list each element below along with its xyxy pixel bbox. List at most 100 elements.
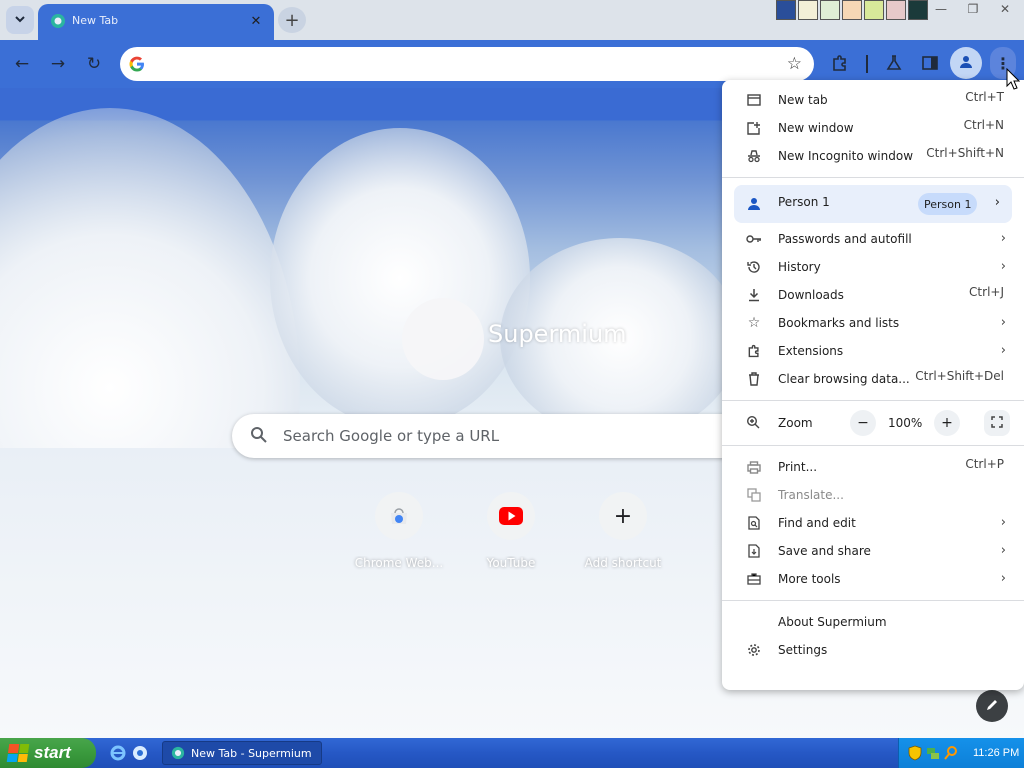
back-button[interactable]: ← xyxy=(8,50,36,78)
menu-item-label: More tools xyxy=(778,572,841,586)
app-icon-1[interactable] xyxy=(776,0,796,20)
translate-icon xyxy=(746,487,762,503)
address-input[interactable] xyxy=(154,53,774,75)
chevron-down-icon xyxy=(14,13,26,28)
menu-item-new-window[interactable]: New window Ctrl+N xyxy=(722,114,1024,142)
ntp-search-box[interactable]: Search Google or type a URL xyxy=(232,414,792,458)
menu-item-label: New window xyxy=(778,121,854,135)
zoom-out-button[interactable]: − xyxy=(850,410,876,436)
menu-item-label: Print... xyxy=(778,460,818,474)
zoom-icon xyxy=(746,415,760,432)
shortcut-add[interactable]: + Add shortcut xyxy=(567,492,679,570)
menu-separator xyxy=(722,445,1024,446)
taskbar-item-supermium[interactable]: New Tab - Supermium xyxy=(162,741,322,765)
supermium-favicon-icon xyxy=(50,13,66,29)
menu-item-label: Bookmarks and lists xyxy=(778,316,900,330)
app-icon-5[interactable] xyxy=(864,0,884,20)
restore-button[interactable]: ❐ xyxy=(958,0,988,18)
person-chip: Person 1 xyxy=(918,193,978,215)
chevron-right-icon: › xyxy=(1000,515,1006,530)
security-shield-icon[interactable] xyxy=(907,745,923,761)
chevron-right-icon: › xyxy=(1000,315,1006,330)
profile-button[interactable] xyxy=(950,47,982,79)
omnibox[interactable]: ☆ xyxy=(120,47,814,81)
zoom-label: Zoom xyxy=(778,416,813,430)
word-icon[interactable] xyxy=(798,0,818,20)
menu-item-passwords[interactable]: Passwords and autofill › xyxy=(722,225,1024,253)
network-icon[interactable] xyxy=(925,745,941,761)
fullscreen-button[interactable] xyxy=(984,410,1010,436)
labs-button[interactable] xyxy=(880,50,908,78)
internet-explorer-icon[interactable] xyxy=(108,743,128,763)
menu-item-new-tab[interactable]: New tab Ctrl+T xyxy=(722,86,1024,114)
excel-icon[interactable] xyxy=(820,0,840,20)
extensions-button[interactable] xyxy=(826,50,854,78)
system-tray: 11:26 PM xyxy=(898,738,1024,768)
menu-item-label: Clear browsing data... xyxy=(778,372,910,386)
youtube-icon xyxy=(487,492,535,540)
plus-icon: + xyxy=(599,492,647,540)
menu-item-shortcut: Ctrl+Shift+N xyxy=(926,146,1004,160)
menu-item-shortcut: Ctrl+Shift+Del xyxy=(915,369,1004,383)
menu-item-translate[interactable]: Translate... xyxy=(722,481,1024,509)
menu-item-about[interactable]: About Supermium xyxy=(722,608,1024,636)
zoom-in-button[interactable]: + xyxy=(934,410,960,436)
shortcut-youtube[interactable]: YouTube xyxy=(455,492,567,570)
menu-item-downloads[interactable]: Downloads Ctrl+J xyxy=(722,281,1024,309)
toolbox-icon xyxy=(746,571,762,587)
minimize-button[interactable]: — xyxy=(926,0,956,18)
app-icon-7[interactable] xyxy=(908,0,928,20)
window-close-button[interactable]: ✕ xyxy=(990,0,1020,18)
menu-item-clear-browsing-data[interactable]: Clear browsing data... Ctrl+Shift+Del xyxy=(722,365,1024,393)
menu-item-label: Passwords and autofill xyxy=(778,232,912,246)
menu-separator xyxy=(722,177,1024,178)
app-icon-4[interactable] xyxy=(842,0,862,20)
save-icon xyxy=(746,543,762,559)
tab-new-tab[interactable]: New Tab ✕ xyxy=(38,4,274,40)
menu-item-person[interactable]: Person 1 Person 1 › xyxy=(734,185,1012,223)
quick-launch-app-icon[interactable] xyxy=(130,743,150,763)
person-icon xyxy=(746,196,762,215)
pencil-icon xyxy=(985,698,999,715)
reload-button[interactable]: ↻ xyxy=(80,50,108,78)
menu-item-print[interactable]: Print... Ctrl+P xyxy=(722,453,1024,481)
menu-item-label: Downloads xyxy=(778,288,844,302)
bookmark-star-icon[interactable]: ☆ xyxy=(787,54,802,74)
chevron-right-icon: › xyxy=(994,195,1000,210)
search-tray-icon[interactable] xyxy=(943,745,959,761)
forward-button[interactable]: → xyxy=(44,50,72,78)
menu-item-more-tools[interactable]: More tools › xyxy=(722,565,1024,593)
menu-item-label: Settings xyxy=(778,643,828,657)
chevron-right-icon: › xyxy=(1000,343,1006,358)
windows-logo-icon xyxy=(6,744,30,762)
reload-icon: ↻ xyxy=(86,54,102,74)
tab-search-button[interactable] xyxy=(6,6,34,34)
menu-item-shortcut: Ctrl+T xyxy=(965,90,1004,104)
snow-tree-center xyxy=(270,128,530,428)
new-tab-icon xyxy=(746,92,762,108)
menu-item-new-incognito-window[interactable]: New Incognito window Ctrl+Shift+N xyxy=(722,142,1024,170)
puzzle-icon xyxy=(746,343,762,359)
new-tab-button[interactable]: + xyxy=(278,7,306,33)
menu-item-history[interactable]: History › xyxy=(722,253,1024,281)
app-icon-6[interactable] xyxy=(886,0,906,20)
shortcut-label: Add shortcut xyxy=(584,556,662,570)
close-icon[interactable]: ✕ xyxy=(246,11,266,31)
menu-item-find-and-edit[interactable]: Find and edit › xyxy=(722,509,1024,537)
menu-item-label: Find and edit xyxy=(778,516,856,530)
menu-item-shortcut: Ctrl+P xyxy=(965,457,1004,471)
chevron-right-icon: › xyxy=(1000,259,1006,274)
menu-item-label: Translate... xyxy=(778,488,844,502)
customize-button[interactable] xyxy=(976,690,1008,722)
incognito-icon xyxy=(746,148,762,164)
menu-item-save-and-share[interactable]: Save and share › xyxy=(722,537,1024,565)
side-panel-button[interactable] xyxy=(916,50,944,78)
google-icon xyxy=(128,55,146,73)
menu-item-bookmarks[interactable]: ☆ Bookmarks and lists › xyxy=(722,309,1024,337)
start-button[interactable]: start xyxy=(0,738,96,768)
chrome-web-store-icon xyxy=(375,492,423,540)
shortcut-chrome-web-store[interactable]: Chrome Web... xyxy=(343,492,455,570)
find-icon xyxy=(746,515,762,531)
menu-item-extensions[interactable]: Extensions › xyxy=(722,337,1024,365)
menu-item-settings[interactable]: Settings xyxy=(722,636,1024,664)
